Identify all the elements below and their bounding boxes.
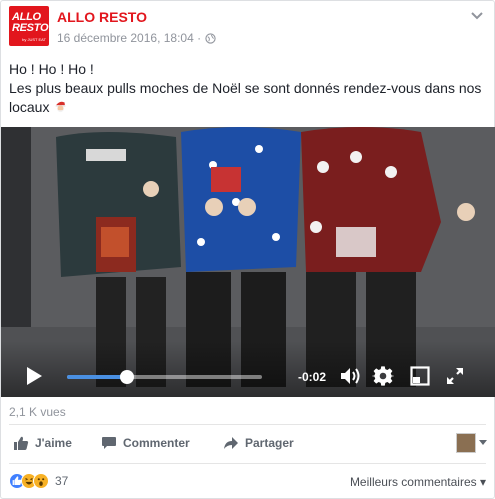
comment-label: Commenter: [123, 436, 190, 450]
thumbs-up-icon: [14, 436, 29, 450]
divider: [9, 424, 486, 425]
wow-reaction-icon: [33, 473, 49, 489]
video-controls: -0:02: [1, 341, 495, 397]
like-button[interactable]: J'aime: [13, 435, 72, 451]
video-scrubber-handle[interactable]: [120, 370, 135, 384]
logo-text: RESTO: [12, 22, 49, 34]
post-timestamp[interactable]: 16 décembre 2016, 18:04 ·: [57, 31, 201, 45]
post-line-container: Les plus beaux pulls moches de Noël se s…: [9, 79, 489, 117]
comment-icon: [102, 437, 116, 449]
share-button[interactable]: Partager: [223, 435, 294, 451]
page-name-link[interactable]: ALLO RESTO: [57, 9, 147, 25]
view-count: 2,1 K vues: [9, 405, 66, 419]
video-progress-fill: [67, 375, 128, 379]
divider: [9, 463, 486, 464]
post-line: Les plus beaux pulls moches de Noël se s…: [9, 80, 482, 115]
post-meta: 16 décembre 2016, 18:04 ·: [57, 31, 216, 45]
chevron-down-icon[interactable]: [470, 10, 484, 20]
share-icon: [224, 437, 238, 449]
video-time-remaining: -0:02: [298, 370, 327, 384]
video-progress-bar[interactable]: [67, 370, 262, 384]
post-text: Ho ! Ho ! Ho ! Les plus beaux pulls moch…: [9, 60, 489, 117]
chevron-down-icon: [479, 440, 487, 445]
comment-button[interactable]: Commenter: [101, 435, 190, 451]
play-icon[interactable]: [25, 366, 43, 386]
post-header: ALLO RESTO by JUST EAT ALLO RESTO 16 déc…: [9, 6, 486, 48]
page-logo[interactable]: ALLO RESTO by JUST EAT: [9, 6, 49, 46]
santa-emoji-icon: [55, 101, 69, 113]
video-player[interactable]: -0:02: [1, 127, 495, 397]
post-as-selector[interactable]: [456, 433, 487, 453]
globe-icon: [205, 32, 216, 44]
fullscreen-icon[interactable]: [445, 366, 465, 386]
pip-icon[interactable]: [410, 366, 430, 386]
action-bar: J'aime Commenter Partager: [9, 433, 489, 455]
like-label: J'aime: [35, 436, 72, 450]
share-label: Partager: [245, 436, 294, 450]
logo-text: by JUST EAT: [22, 37, 46, 42]
settings-icon[interactable]: [372, 365, 394, 387]
avatar: [456, 433, 476, 453]
reactions-summary[interactable]: 37: [9, 473, 68, 489]
post-card: ALLO RESTO by JUST EAT ALLO RESTO 16 déc…: [0, 0, 495, 499]
comment-sort-dropdown[interactable]: Meilleurs commentaires ▾: [350, 475, 486, 489]
reaction-count: 37: [55, 474, 69, 488]
volume-icon[interactable]: [340, 366, 362, 386]
post-line: Ho ! Ho ! Ho !: [9, 61, 94, 77]
